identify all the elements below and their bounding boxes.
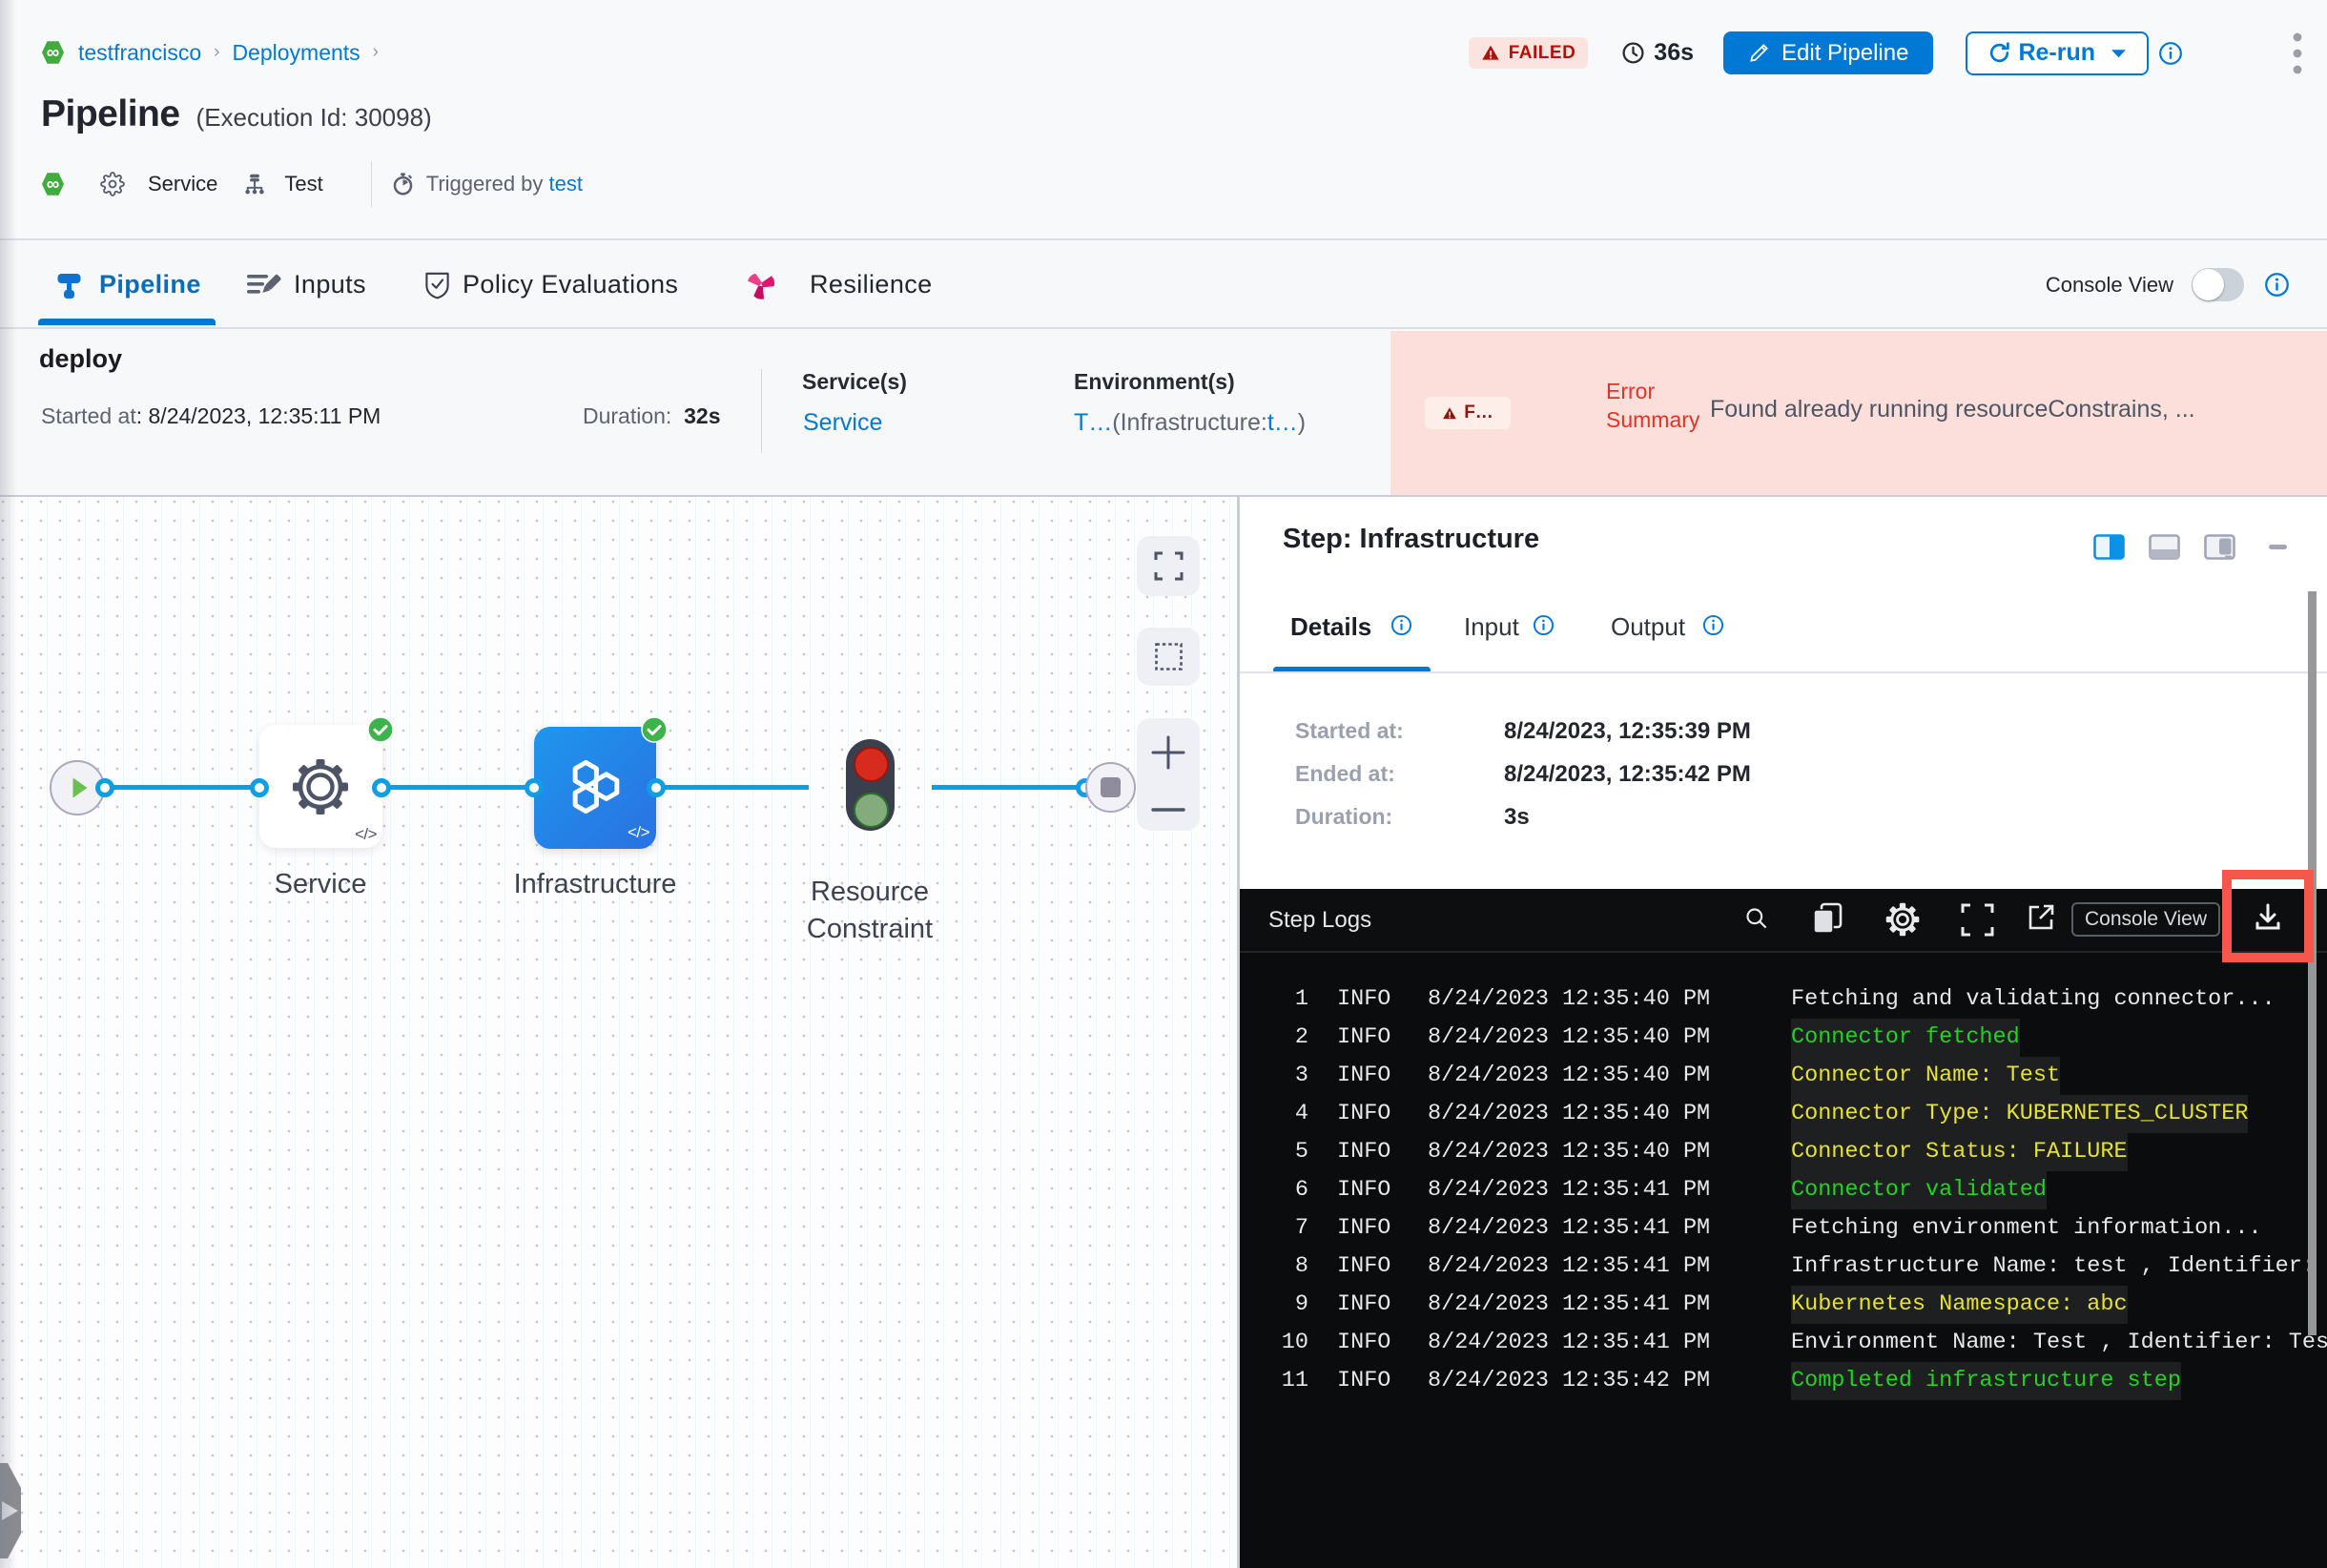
- svg-text:∞: ∞: [47, 175, 60, 195]
- svg-text:∞: ∞: [47, 43, 60, 63]
